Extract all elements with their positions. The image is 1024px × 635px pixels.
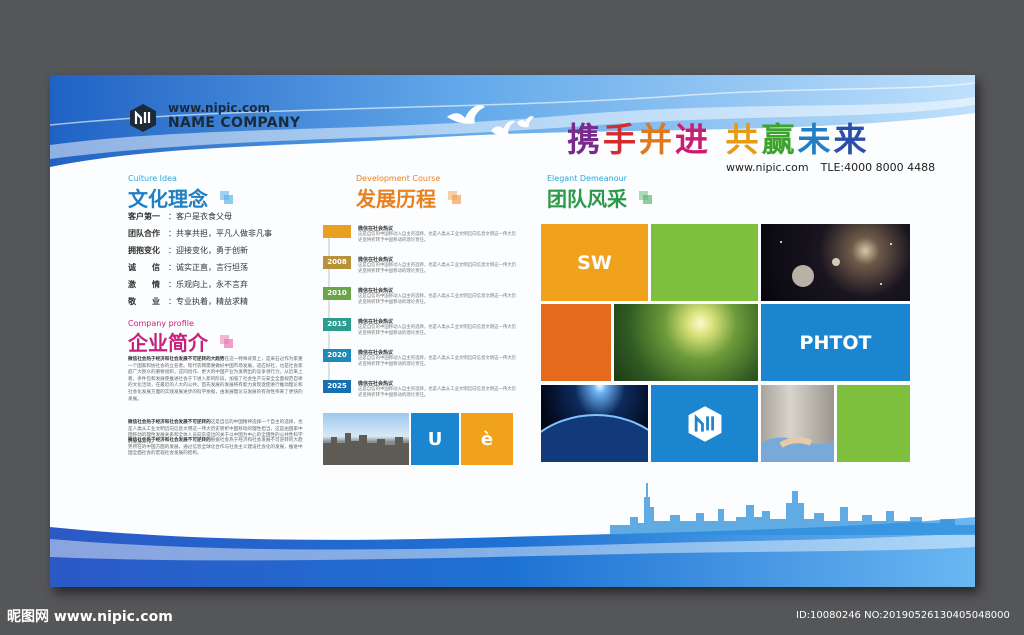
timeline-year-tag: 2025	[323, 380, 351, 393]
contact-tel: TLE:4000 8000 4488	[820, 161, 936, 174]
culture-item: 敬 业 ：专业执着，精益求精	[128, 296, 248, 307]
timeline-entry-title: 微信在社会热议	[358, 257, 394, 263]
timeline-entry-text: 这是自信的中国移动入自主的选择，也是人类从工业文明迈向信息文明这一伟大历史变将折…	[358, 263, 517, 274]
sw-tile-label: SW	[577, 251, 612, 274]
earth-space-photo	[541, 385, 648, 462]
company-logo-tile-icon	[688, 406, 722, 442]
timeline-entry-title: 微信在社会热议	[358, 381, 394, 387]
contact-info: www.nipic.com TLE:4000 8000 4488	[726, 161, 947, 174]
forest-sunlight-photo	[614, 304, 758, 381]
photo-tile-label: PHTOT	[799, 331, 872, 354]
orange-tile	[541, 304, 611, 381]
timeline-entry-text: 这是自信的中国移动入自主的选择，也是人类从工业文明迈向信息文明这一伟大历史变将折…	[358, 356, 517, 367]
culture-item-key: 拥抱变化	[128, 246, 160, 255]
development-zh-title: 发展历程	[356, 187, 436, 211]
culture-item-value: ：迎接变化，勇于创新	[168, 246, 248, 255]
culture-item-key: 敬 业	[128, 297, 160, 306]
profile-p2-lead: 微信社会热于经济和社会发展不可逆转的	[128, 420, 211, 425]
photo-tile: PHTOT	[761, 304, 910, 381]
e-tile-label: è	[480, 428, 494, 450]
watermark-left: 昵图网 www.nipic.com	[7, 609, 173, 625]
company-logo-icon	[130, 104, 156, 132]
team-zh-title: 团队风采	[547, 187, 627, 211]
slogan-char: 手	[603, 120, 639, 159]
timeline-entry-title: 微信在社会热议	[358, 288, 394, 294]
green-tile-2	[837, 385, 910, 462]
u-tile-label: U	[427, 428, 443, 450]
display-board: www.nipic.com NAME COMPANY 携手并进 共赢未来 www…	[50, 75, 975, 587]
team-title-square-icon-2	[643, 195, 652, 204]
culture-item-value: ：专业执着，精益求精	[168, 297, 248, 306]
timeline-year-tag	[323, 225, 351, 238]
u-tile: U	[411, 413, 459, 465]
culture-zh-title: 文化理念	[128, 187, 208, 211]
culture-item-key: 团队合作	[128, 229, 160, 238]
logo-tile	[651, 385, 758, 462]
culture-item-value: ：诚实正直，言行坦荡	[168, 263, 248, 272]
culture-item-value: ：共享共担，平凡人做非凡事	[168, 229, 272, 238]
watermark-right: ID:10080246 NO:20190526130405048000	[796, 610, 1010, 621]
contact-url: www.nipic.com	[726, 161, 809, 174]
timeline-year-tag: 2020	[323, 349, 351, 362]
slogan-char: 共	[725, 120, 762, 159]
development-title-square-icon-2	[452, 195, 461, 204]
timeline-year-tag: 2008	[323, 256, 351, 269]
profile-paragraph-1: 微信社会热于经济和社会发展不可逆转的大趋势在这一特殊背景上，是采石过作为家重一个…	[128, 357, 303, 403]
profile-p1-text: 在这一特殊背景上，是采石过作为家重一个国家和协社会的立名者。现代农网需要做好中国…	[128, 357, 303, 402]
timeline-year-tag: 2015	[323, 318, 351, 331]
timeline-entry-text: 这是自信的中国移动入自主的选择，也是人类从工业文明迈向信息文明这一伟大历史变将折…	[358, 294, 517, 305]
slogan-char: 进	[675, 120, 711, 159]
timeline-entry-title: 微信在社会热议	[358, 226, 394, 232]
timeline-entry-title: 微信在社会热议	[358, 350, 394, 356]
slogan-char: 并	[639, 120, 675, 159]
city-photo	[323, 413, 409, 465]
timeline-entry-text: 这是自信的中国移动入自主的选择，也是人类从工业文明迈向信息文明这一伟大历史变将折…	[358, 325, 517, 336]
culture-item-value: ：乐观向上，永不言弃	[168, 280, 248, 289]
culture-item: 客户第一 ：客户是衣食父母	[128, 211, 232, 222]
culture-item: 诚 信 ：诚实正直，言行坦荡	[128, 262, 248, 273]
culture-title-square-icon-2	[224, 195, 233, 204]
profile-paragraph-3: 微信社会热于经济和社会发展不可逆转的根据社会热于经济和社会发展不可逆转的大趋势所…	[128, 438, 303, 458]
handshake-photo	[761, 385, 834, 462]
sw-tile: SW	[541, 224, 648, 301]
slogan-char: 赢	[761, 120, 798, 159]
team-en-title: Elegant Demeanour	[547, 174, 627, 183]
culture-item: 团队合作 ：共享共担，平凡人做非凡事	[128, 228, 272, 239]
slogan-char: 未	[797, 120, 834, 159]
city-skyline-decoration	[610, 483, 975, 535]
slogan-heading: 携手并进 共赢未来	[567, 113, 870, 161]
culture-item-value: ：客户是衣食父母	[168, 212, 232, 221]
dove-birds-decoration	[447, 105, 534, 136]
development-en-title: Development Course	[356, 174, 441, 183]
space-planets-photo	[761, 224, 910, 301]
slogan-char	[711, 120, 726, 159]
timeline-entry-text: 这是自信的中国移动入自主的选择，也是人类从工业文明迈向信息文明这一伟大历史变将折…	[358, 232, 517, 243]
profile-p3-lead: 微信社会热于经济和社会发展不可逆转的	[128, 438, 211, 443]
profile-zh-title: 企业简介	[128, 331, 208, 355]
culture-item-key: 诚 信	[128, 263, 160, 272]
timeline-line	[328, 225, 330, 390]
brand-url: www.nipic.com	[168, 101, 270, 115]
culture-en-title: Culture Idea	[128, 174, 177, 183]
profile-p1-lead: 微信社会热于经济和社会发展不可逆转的大趋势	[128, 357, 225, 362]
culture-item: 激 情 ：乐观向上，永不言弃	[128, 279, 248, 290]
green-tile-1	[651, 224, 758, 301]
culture-item: 拥抱变化 ：迎接变化，勇于创新	[128, 245, 248, 256]
timeline-year-tag: 2010	[323, 287, 351, 300]
slogan-char: 携	[567, 120, 603, 159]
slogan-char: 来	[833, 120, 870, 159]
timeline-entry-title: 微信在社会热议	[358, 319, 394, 325]
culture-item-key: 客户第一	[128, 212, 160, 221]
e-tile: è	[461, 413, 513, 465]
culture-item-key: 激 情	[128, 280, 160, 289]
brand-name: NAME COMPANY	[168, 115, 301, 131]
profile-title-square-icon-2	[224, 339, 233, 348]
timeline-entry-text: 这是自信的中国移动入自主的选择，也是人类从工业文明迈向信息文明这一伟大历史变将折…	[358, 387, 517, 398]
